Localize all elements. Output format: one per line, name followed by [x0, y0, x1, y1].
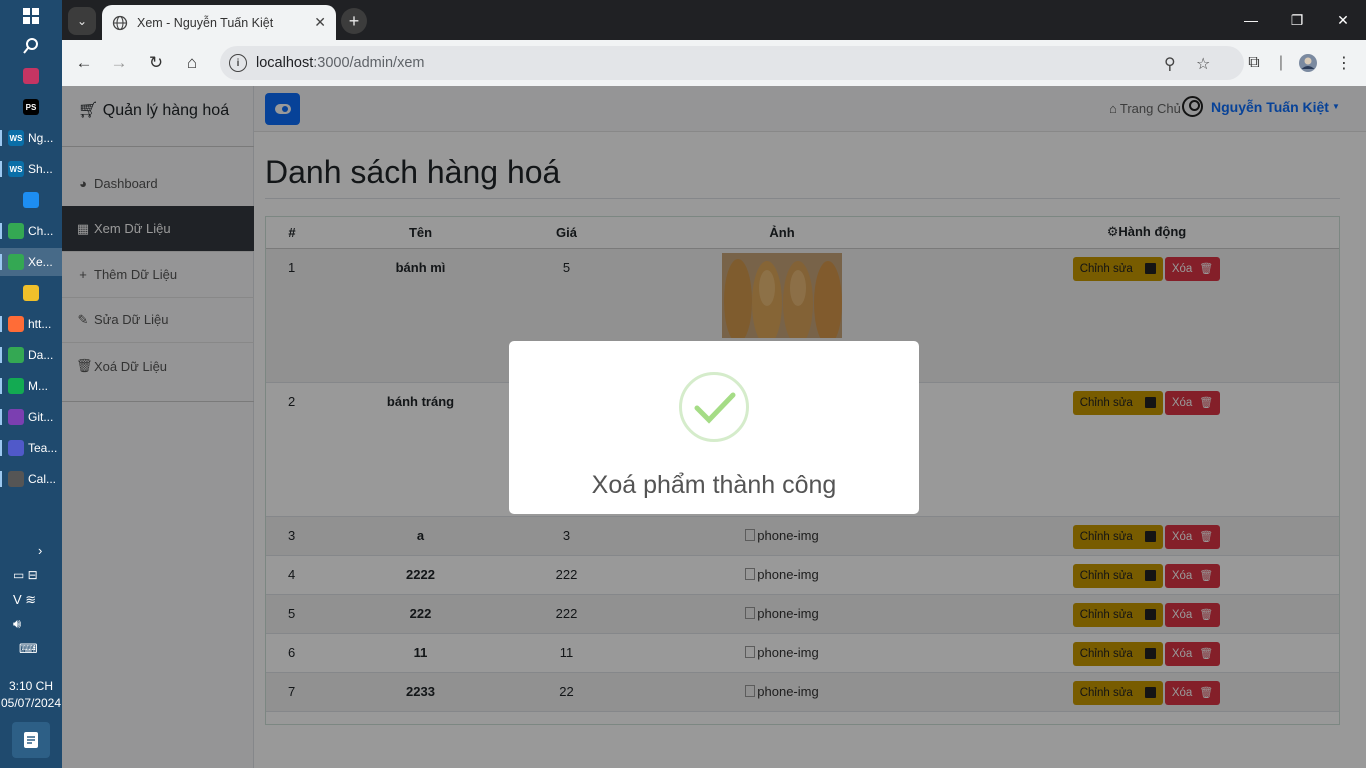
- taskbar-app[interactable]: Da...: [0, 341, 62, 369]
- url-host: localhost: [256, 55, 314, 71]
- intellij-icon: [23, 68, 39, 84]
- taskbar-clock[interactable]: 3:10 CH 05/07/2024: [0, 678, 62, 712]
- forward-icon[interactable]: →: [105, 49, 133, 77]
- home-icon[interactable]: ⌂: [178, 49, 206, 77]
- back-icon[interactable]: ←: [70, 49, 98, 77]
- taskbar-app[interactable]: M...: [0, 372, 62, 400]
- postman-icon: [8, 316, 24, 332]
- bookmark-star-icon[interactable]: ☆: [1196, 54, 1210, 74]
- close-window-icon[interactable]: ✕: [1320, 0, 1366, 40]
- network-icon[interactable]: V ≋: [13, 592, 36, 608]
- globe-icon: [112, 15, 128, 30]
- menu-kebab-icon[interactable]: ⋮: [1330, 49, 1358, 77]
- github-desktop-icon: [8, 409, 24, 425]
- chrome-icon: [8, 347, 24, 363]
- taskbar-app[interactable]: [0, 279, 62, 307]
- clock-time: 3:10 CH: [8, 679, 54, 693]
- toolbar-divider: |: [1278, 54, 1284, 71]
- taskbar-app[interactable]: Ch...: [0, 217, 62, 245]
- taskbar-app[interactable]: Xe...: [0, 248, 62, 276]
- tab-search-button[interactable]: ⌄: [68, 7, 96, 35]
- taskbar-app[interactable]: PS: [0, 93, 62, 121]
- taskbar-app[interactable]: WS Sh...: [0, 155, 62, 183]
- new-tab-button[interactable]: +: [341, 8, 367, 34]
- chrome-icon: [8, 254, 24, 270]
- success-modal: Xoá phẩm thành công: [509, 341, 919, 514]
- browser-window: ⌄ Xem - Nguyễn Tuấn Kiệt ✕ + — ❐ ✕ ← → ↻…: [62, 0, 1366, 768]
- success-check-icon: [679, 372, 749, 442]
- volume-icon[interactable]: 🔊︎: [13, 616, 21, 632]
- teams-icon: [8, 440, 24, 456]
- taskbar-app-label: Ch...: [28, 224, 54, 238]
- extensions-icon[interactable]: ⧉: [1240, 49, 1268, 77]
- taskbar-app-label: Ng...: [28, 131, 54, 145]
- windows-start-icon[interactable]: [0, 2, 62, 30]
- chrome-icon: [8, 223, 24, 239]
- phpstorm-icon: PS: [23, 99, 39, 115]
- keyboard-icon[interactable]: ⌨: [19, 641, 38, 657]
- chevron-right-icon[interactable]: ›: [38, 543, 42, 558]
- windows-taskbar: PS WS Ng... WS Sh... Ch... Xe... htt... Da... M..…: [0, 0, 62, 768]
- taskbar-app[interactable]: [0, 62, 62, 90]
- clock-date: 05/07/2024: [0, 696, 62, 710]
- reload-icon[interactable]: ↻: [142, 49, 170, 77]
- mongodb-compass-icon: [8, 378, 24, 394]
- notification-icon[interactable]: [12, 722, 50, 758]
- taskbar-app-label: htt...: [28, 317, 52, 331]
- taskbar-app[interactable]: WS Ng...: [0, 124, 62, 152]
- taskbar-app[interactable]: htt...: [0, 310, 62, 338]
- taskbar-app-label: Xe...: [28, 255, 53, 269]
- browser-toolbar: ← → ↻ ⌂ i localhost:3000/admin/xem ⚲ ☆ ⧉…: [62, 40, 1366, 86]
- restore-icon[interactable]: ❐: [1274, 0, 1320, 40]
- site-info-icon[interactable]: i: [229, 54, 247, 72]
- calculator-icon: [8, 471, 24, 487]
- taskbar-app-label: Sh...: [28, 162, 53, 176]
- modal-title: Xoá phẩm thành công: [591, 471, 837, 499]
- browser-tab[interactable]: Xem - Nguyễn Tuấn Kiệt ✕: [102, 5, 336, 40]
- taskbar-app[interactable]: Tea...: [0, 434, 62, 462]
- profile-avatar[interactable]: [1294, 49, 1322, 77]
- file-explorer-icon: [23, 285, 39, 301]
- taskbar-app-label: M...: [28, 379, 48, 393]
- taskbar-app-label: Tea...: [28, 441, 58, 455]
- address-bar[interactable]: i localhost:3000/admin/xem ⚲ ☆: [220, 46, 1244, 80]
- tab-title: Xem - Nguyễn Tuấn Kiệt: [137, 15, 274, 30]
- taskbar-app[interactable]: Cal...: [0, 465, 62, 493]
- search-icon[interactable]: [0, 32, 62, 60]
- taskbar-app[interactable]: [0, 186, 62, 214]
- taskbar-app-label: Da...: [28, 348, 54, 362]
- minimize-icon[interactable]: —: [1228, 0, 1274, 40]
- tab-strip: ⌄ Xem - Nguyễn Tuấn Kiệt ✕ + — ❐ ✕: [62, 0, 1366, 40]
- close-tab-icon[interactable]: ✕: [314, 14, 326, 31]
- webstorm-icon: WS: [8, 130, 24, 146]
- taskbar-app-label: Git...: [28, 410, 54, 424]
- webstorm-icon: WS: [8, 161, 24, 177]
- zalo-icon: [23, 192, 39, 208]
- taskbar-app[interactable]: Git...: [0, 403, 62, 431]
- zoom-icon[interactable]: ⚲: [1164, 54, 1176, 74]
- url-path: :3000/admin/xem: [313, 55, 425, 71]
- tray-icons[interactable]: ▭ ⊟: [13, 568, 38, 582]
- taskbar-app-label: Cal...: [28, 472, 57, 486]
